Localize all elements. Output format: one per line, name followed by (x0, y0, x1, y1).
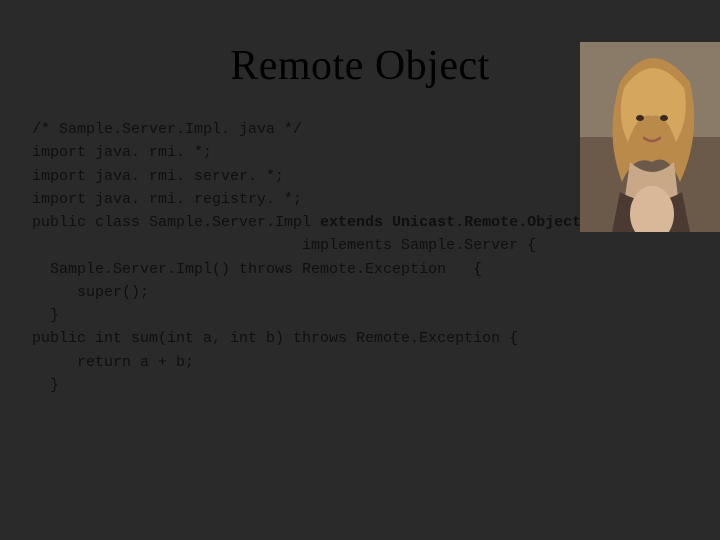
code-text: public class Sample.Server.Impl (32, 214, 320, 231)
code-line: public class Sample.Server.Impl extends … (32, 214, 581, 231)
code-line: public int sum(int a, int b) throws Remo… (32, 330, 518, 347)
portrait-photo (580, 42, 720, 232)
code-line: Sample.Server.Impl() throws Remote.Excep… (32, 261, 482, 278)
code-line: import java. rmi. server. *; (32, 168, 284, 185)
code-line: import java. rmi. *; (32, 144, 212, 161)
code-line: return a + b; (32, 354, 194, 371)
code-line: implements Sample.Server { (32, 237, 536, 254)
code-line: /* Sample.Server.Impl. java */ (32, 121, 302, 138)
code-bold: extends Unicast.Remote.Object (320, 214, 581, 231)
code-line: } (32, 307, 59, 324)
slide: Remote Object /* Sample.Server.Impl. jav… (0, 42, 720, 540)
code-line: import java. rmi. registry. *; (32, 191, 302, 208)
code-line: super(); (32, 284, 149, 301)
code-line: } (32, 377, 59, 394)
